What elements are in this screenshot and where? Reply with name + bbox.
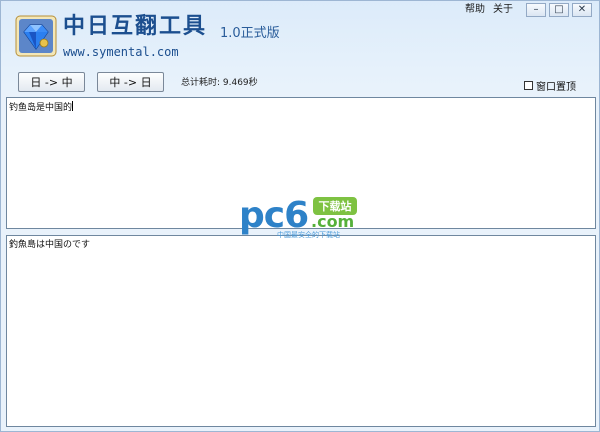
always-on-top-label: 窗口置顶 <box>536 82 576 93</box>
result-text: 釣魚島は中国のです <box>9 240 91 250</box>
close-icon: ✕ <box>577 4 587 15</box>
app-url: www.symental.com <box>63 45 179 59</box>
maximize-button[interactable]: □ <box>549 3 569 17</box>
text-caret <box>72 101 74 111</box>
help-menu[interactable]: 帮助 <box>465 3 485 16</box>
source-text: 钓鱼岛是中国的 <box>9 103 73 113</box>
zh-to-ja-button[interactable]: 中 -> 日 <box>97 72 164 92</box>
about-menu[interactable]: 关于 <box>493 3 513 16</box>
minimize-button[interactable]: – <box>526 3 546 17</box>
diamond-logo-icon <box>15 15 57 57</box>
always-on-top-toggle[interactable]: 窗口置顶 <box>524 78 576 93</box>
app-window: 中日互翻工具 1.0正式版 www.symental.com 帮助 关于 – □… <box>0 0 600 432</box>
ja-to-zh-button[interactable]: 日 -> 中 <box>18 72 85 92</box>
elapsed-time: 总计耗时: 9.469秒 <box>181 78 258 88</box>
window-controls: – □ ✕ <box>526 3 592 17</box>
app-version: 1.0正式版 <box>220 26 280 41</box>
maximize-icon: □ <box>554 4 564 15</box>
result-text-area[interactable]: 釣魚島は中国のです <box>6 235 596 427</box>
source-text-area[interactable]: 钓鱼岛是中国的 <box>6 97 596 229</box>
app-title: 中日互翻工具 <box>63 14 208 39</box>
minimize-icon: – <box>533 4 539 15</box>
always-on-top-checkbox[interactable] <box>524 81 533 90</box>
close-button[interactable]: ✕ <box>572 3 592 17</box>
